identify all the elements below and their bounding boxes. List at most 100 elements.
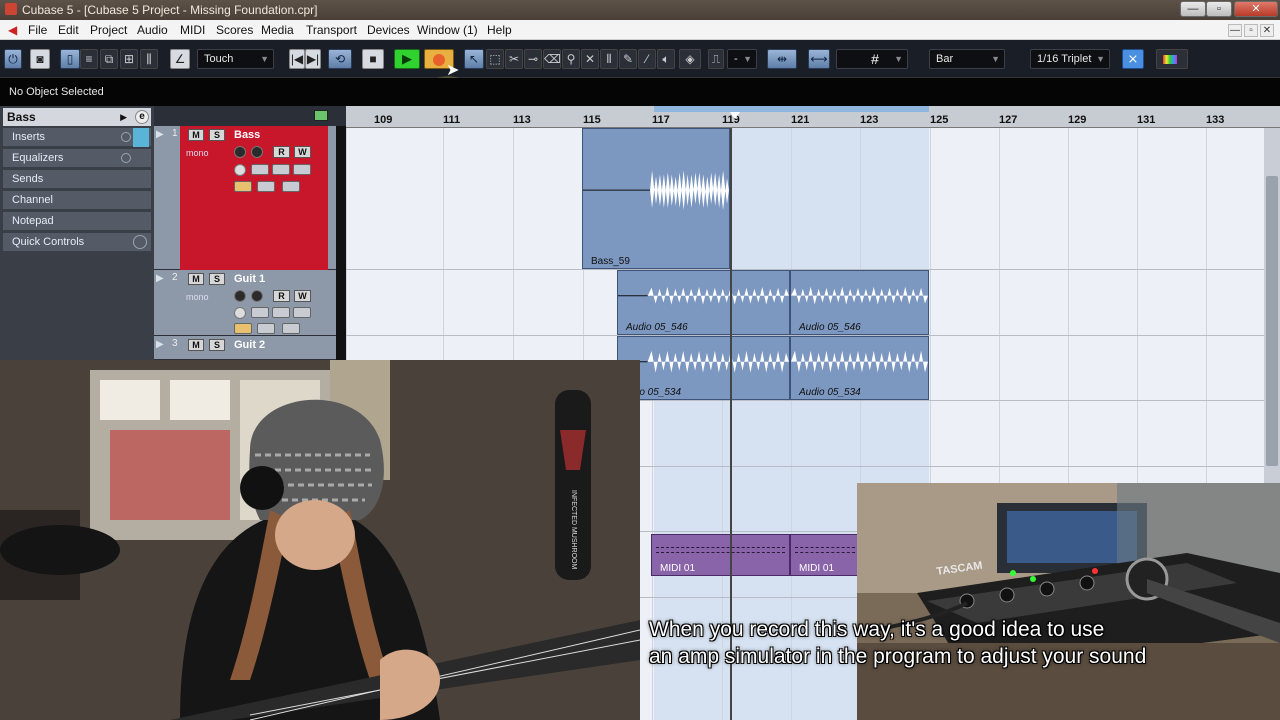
eq-bypass-icon[interactable] — [272, 307, 290, 318]
mute-tool[interactable]: ✕ — [581, 49, 599, 69]
expand-track-icon[interactable]: ▶ — [156, 339, 164, 350]
solo-button[interactable]: S — [209, 273, 225, 285]
edit-track-icon[interactable]: e — [135, 110, 149, 124]
audio-event[interactable]: udio 05_534 — [617, 336, 790, 400]
color-tool[interactable]: ◈ — [679, 49, 701, 69]
mute-button[interactable]: M — [188, 339, 204, 351]
insert-bypass-icon[interactable] — [251, 307, 269, 318]
range-tool[interactable]: ⬚ — [486, 49, 504, 69]
inspector-channel[interactable]: Channel — [3, 191, 151, 210]
write-automation-button[interactable]: W — [294, 146, 311, 158]
read-automation-button[interactable]: R — [273, 146, 290, 158]
activate-project-button[interactable]: ⏻ — [4, 49, 22, 69]
minimize-button[interactable]: — — [1180, 1, 1206, 17]
cycle-button[interactable]: ⟲ — [328, 49, 352, 69]
lane-icon[interactable] — [234, 323, 252, 334]
autoscroll-icon[interactable]: ⎍ — [708, 49, 724, 69]
glue-tool[interactable]: ⊸ — [524, 49, 542, 69]
record-enable-icon[interactable] — [234, 146, 246, 158]
inspector-quick-controls[interactable]: Quick Controls — [3, 233, 151, 252]
track-name[interactable]: Bass — [234, 129, 260, 141]
lane-icon[interactable] — [234, 181, 252, 192]
audio-event[interactable]: Audio 05_546 — [617, 270, 790, 335]
track-name[interactable]: Guit 1 — [234, 273, 265, 285]
send-bypass-icon[interactable] — [293, 164, 311, 175]
playhead-marker-icon[interactable] — [730, 112, 740, 119]
go-to-end-button[interactable]: ▶| — [305, 49, 321, 69]
doc-close-button[interactable]: ✕ — [1260, 24, 1274, 37]
track-row[interactable]: ▶ 1 M S Bass mono R W — [154, 126, 346, 270]
expand-track-icon[interactable]: ▶ — [156, 129, 164, 140]
menu-midi[interactable]: MIDI — [180, 23, 205, 37]
go-to-start-button[interactable]: |◀ — [289, 49, 305, 69]
inspector-sends[interactable]: Sends — [3, 170, 151, 189]
line-tool[interactable]: ⁄ — [638, 49, 656, 69]
read-automation-button[interactable]: R — [273, 290, 290, 302]
scrollbar-thumb[interactable] — [1266, 176, 1278, 466]
show-mixer-button[interactable]: ⫼ — [140, 49, 158, 69]
expand-track-icon[interactable]: ▶ — [156, 273, 164, 284]
automation-mode-select[interactable]: Touch ▼ — [197, 49, 274, 69]
grid-type-select[interactable]: Bar ▼ — [929, 49, 1005, 69]
inspector-track-header[interactable]: Bass ▶ e — [3, 108, 151, 126]
quantize-select[interactable]: 1/16 Triplet ▼ — [1030, 49, 1110, 69]
color-palette-button[interactable] — [1156, 49, 1188, 69]
grid-toggle[interactable]: # ▼ — [836, 49, 908, 69]
solo-button[interactable]: S — [209, 129, 225, 141]
audio-event[interactable]: Audio 05_534 — [790, 336, 929, 400]
menu-scores[interactable]: Scores — [216, 23, 253, 37]
doc-restore-button[interactable]: ▫ — [1244, 24, 1258, 37]
inspector-notepad[interactable]: Notepad — [3, 212, 151, 231]
maximize-button[interactable]: ▫ — [1206, 1, 1232, 17]
timeline-ruler[interactable]: 109 111 113 115 117 119 121 123 125 127 … — [346, 106, 1280, 128]
object-selection-tool[interactable]: ↖ — [464, 49, 484, 69]
doc-minimize-button[interactable]: — — [1228, 24, 1242, 37]
monitor-icon[interactable] — [251, 146, 263, 158]
show-inspector-button[interactable]: ▯ — [60, 49, 80, 69]
mute-button[interactable]: M — [188, 129, 204, 141]
menu-transport[interactable]: Transport — [306, 23, 357, 37]
play-tool[interactable]: 🔈︎ — [657, 49, 675, 69]
track-row[interactable]: ▶ 3 M S Guit 2 — [154, 336, 346, 360]
automation-icon[interactable]: ∠ — [170, 49, 190, 69]
snap-button[interactable]: ⟷ — [808, 49, 830, 69]
midi-event[interactable]: MIDI 01 — [651, 534, 790, 576]
inspector-equalizers[interactable]: Equalizers — [3, 149, 151, 168]
bypass-icon[interactable] — [121, 132, 131, 142]
write-automation-button[interactable]: W — [294, 290, 311, 302]
split-tool[interactable]: ✂ — [505, 49, 523, 69]
time-warp-tool[interactable]: ⦀ — [600, 49, 618, 69]
app-menu-icon[interactable]: ◀ — [8, 23, 17, 37]
send-bypass-icon[interactable] — [293, 307, 311, 318]
inspector-inserts[interactable]: Inserts — [3, 128, 151, 147]
monitor-icon[interactable] — [251, 290, 263, 302]
menu-audio[interactable]: Audio — [137, 23, 168, 37]
snap-select[interactable]: - ▼ — [727, 49, 757, 69]
menu-project[interactable]: Project — [90, 23, 127, 37]
stop-button[interactable]: ■ — [362, 49, 384, 69]
show-infoline-button[interactable]: ≡ — [80, 49, 98, 69]
eq-bypass-icon[interactable] — [121, 153, 131, 163]
lock-icon[interactable] — [257, 181, 275, 192]
audio-event[interactable]: Audio 05_546 — [790, 270, 929, 335]
lock-icon[interactable] — [257, 323, 275, 334]
track-name[interactable]: Guit 2 — [234, 339, 265, 351]
inserts-power-icon[interactable] — [133, 128, 149, 147]
record-enable-icon[interactable] — [234, 290, 246, 302]
menu-media[interactable]: Media — [261, 23, 294, 37]
cycle-range-marker[interactable] — [654, 106, 929, 112]
show-pool-button[interactable]: ⊞ — [120, 49, 138, 69]
constrain-delay-button[interactable]: ◙ — [30, 49, 50, 69]
zoom-tool[interactable]: ⚲ — [562, 49, 580, 69]
solo-button[interactable]: S — [209, 339, 225, 351]
mute-button[interactable]: M — [188, 273, 204, 285]
menu-edit[interactable]: Edit — [58, 23, 79, 37]
show-overview-button[interactable]: ⧉ — [100, 49, 118, 69]
play-button[interactable]: ▶ — [394, 49, 420, 69]
close-button[interactable]: ✕ — [1234, 1, 1278, 17]
edit-channel-icon[interactable] — [234, 164, 246, 176]
eq-bypass-icon[interactable] — [272, 164, 290, 175]
set-quantize-button[interactable]: ⨯ — [1122, 49, 1144, 69]
insert-bypass-icon[interactable] — [251, 164, 269, 175]
menu-file[interactable]: File — [28, 23, 47, 37]
